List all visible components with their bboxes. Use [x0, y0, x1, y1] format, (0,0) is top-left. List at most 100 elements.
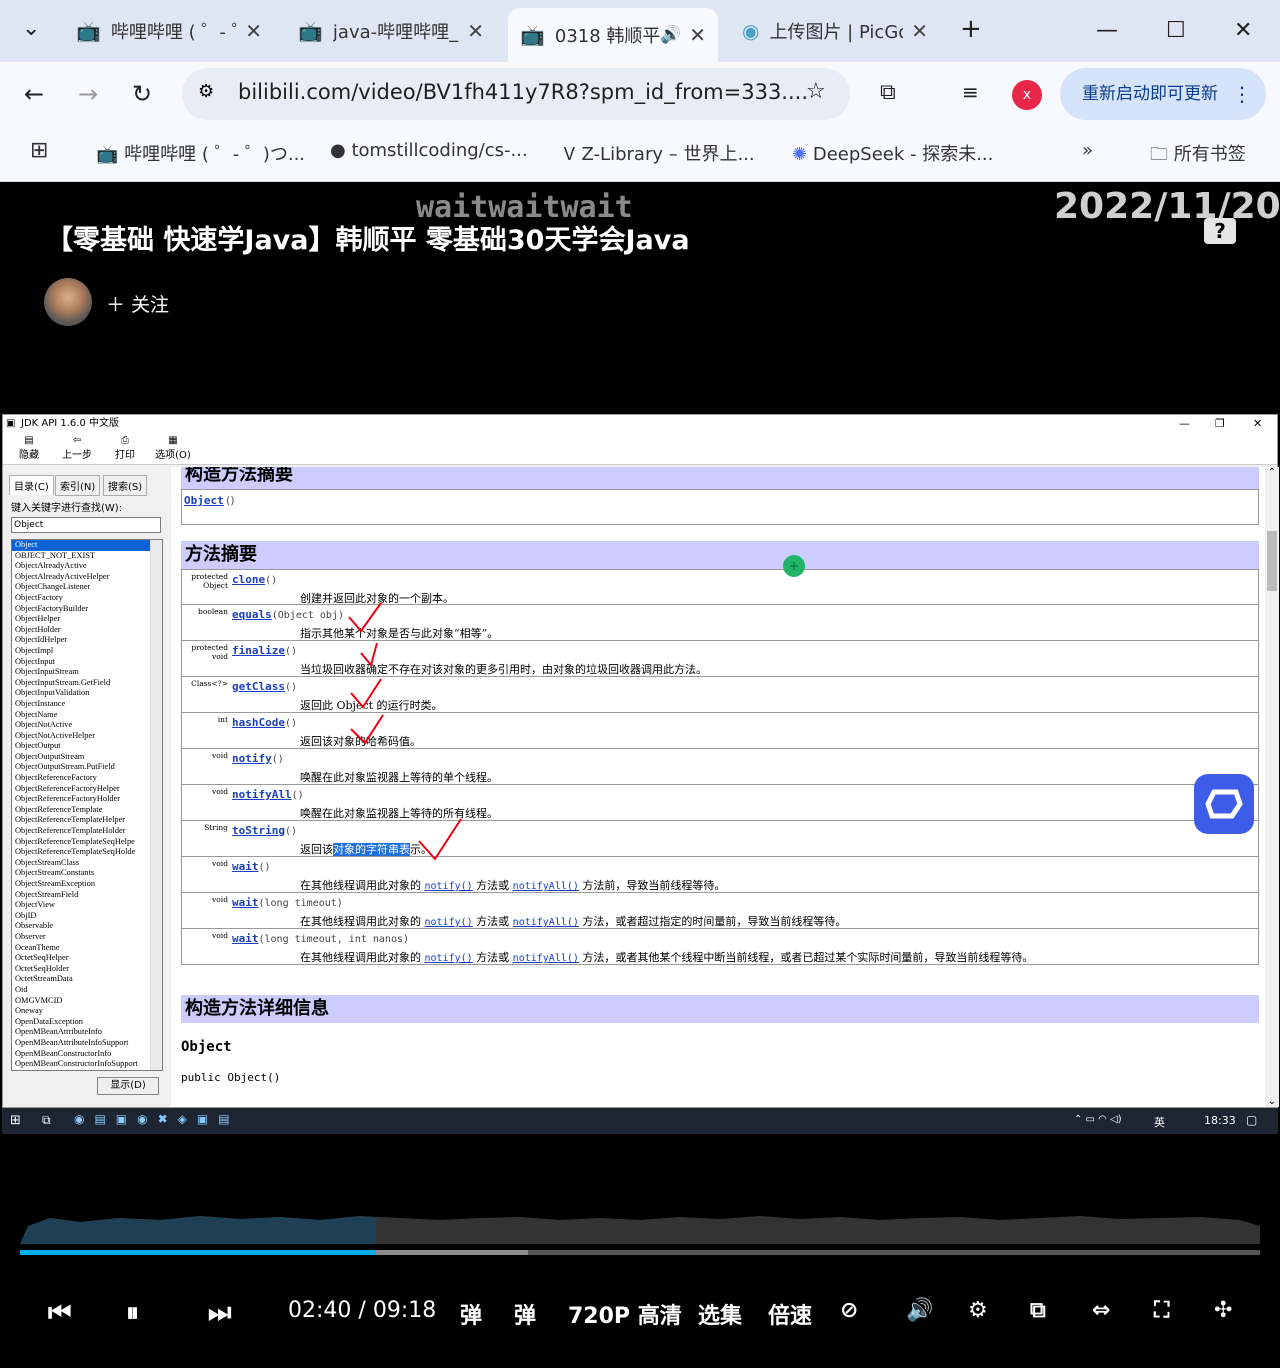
web-fullscreen-icon[interactable]: ⛶	[1154, 1298, 1169, 1323]
tab-search-icon[interactable]: ⌄	[22, 16, 40, 41]
index-list-item[interactable]: ObjectReferenceFactory	[12, 773, 162, 784]
index-list-item[interactable]: ObjectHelper	[12, 614, 162, 625]
notifyall-link[interactable]: notifyAll()	[513, 953, 579, 964]
options-tool[interactable]: ▦ 选项(O)	[153, 435, 193, 461]
media-control-icon[interactable]: ≡	[962, 80, 979, 104]
index-list-scrollbar[interactable]	[150, 540, 162, 1070]
index-list-item[interactable]: ObjectStreamConstants	[12, 868, 162, 879]
close-icon[interactable]: ✕	[911, 19, 928, 43]
address-bar[interactable]: ⚙ bilibili.com/video/BV1fh411y7R8?spm_id…	[182, 68, 850, 120]
index-list-item[interactable]: ObjectIdHelper	[12, 635, 162, 646]
method-link[interactable]: wait	[232, 932, 259, 945]
notify-link[interactable]: notify()	[425, 917, 473, 928]
close-icon[interactable]: ✕	[689, 23, 706, 47]
tab-java-search[interactable]: 📺 java-哔哩哔哩_bilibili ✕	[286, 8, 496, 54]
index-list-item[interactable]: ObjectOutputStream.PutField	[12, 762, 162, 773]
danmaku-toggle-icon[interactable]: 弹	[460, 1298, 482, 1330]
tab-search[interactable]: 搜索(S)	[103, 475, 148, 496]
video-player[interactable]: wait wait wait 2022/11/20 ? 【零基础 快速学Java】韩…	[2, 182, 1280, 1366]
index-list-item[interactable]: OctetSeqHelper	[12, 953, 162, 964]
index-list-item[interactable]: ObjectAlreadyActive	[12, 561, 162, 572]
profile-avatar[interactable]: x	[1012, 80, 1042, 110]
method-link[interactable]: equals	[232, 608, 272, 621]
previous-icon[interactable]: ⏮	[48, 1298, 71, 1329]
method-link[interactable]: wait	[232, 896, 259, 909]
index-list-item[interactable]: Object	[12, 540, 162, 551]
quality-button[interactable]: 720P 高清	[568, 1298, 682, 1330]
bookmark-bilibili[interactable]: 📺 哔哩哔哩 ( ゜- ゜)つ...	[96, 140, 305, 166]
jdk-minimize-button[interactable]: —	[1179, 415, 1190, 433]
index-list-item[interactable]: ObjectInstance	[12, 699, 162, 710]
index-list-item[interactable]: ObjectNotActiveHelper	[12, 731, 162, 742]
index-list-item[interactable]: ObjectStreamException	[12, 879, 162, 890]
index-list-item[interactable]: ObjectFactory	[12, 593, 162, 604]
picture-in-picture-icon[interactable]: ⧉	[1030, 1298, 1046, 1323]
audio-playing-icon[interactable]: 🔊	[660, 25, 681, 45]
method-link[interactable]: notify	[232, 752, 272, 765]
bookmark-github[interactable]: ● tomstillcoding/cs-...	[330, 140, 528, 161]
system-tray-icon[interactable]: ⌃ ▭ ◠ ◁)	[1074, 1114, 1122, 1125]
ime-indicator[interactable]: 英	[1154, 1114, 1165, 1130]
method-link[interactable]: getClass	[232, 680, 285, 693]
index-list-item[interactable]: OctetStreamData	[12, 974, 162, 985]
index-list-item[interactable]: ObjectReferenceFactoryHelper	[12, 784, 162, 795]
extensions-icon[interactable]: ⧉	[880, 80, 896, 105]
notifyall-link[interactable]: notifyAll()	[513, 917, 579, 928]
index-list-item[interactable]: OceanTheme	[12, 943, 162, 954]
jdk-close-button[interactable]: ✕	[1253, 415, 1262, 433]
index-list-item[interactable]: ObjectImpl	[12, 646, 162, 657]
index-list-item[interactable]: Oid	[12, 985, 162, 996]
tab-current-video[interactable]: 📺 0318 韩顺平 🔊 ✕	[508, 8, 718, 62]
subtitle-off-icon[interactable]: ⊘	[840, 1298, 858, 1323]
bookmark-zlibrary[interactable]: Ꮩ Z-Library – 世界上...	[564, 140, 755, 166]
tab-bilibili-home[interactable]: 📺 哔哩哔哩 ( ゜- ゜)つロ 干杯~-bilibili ✕	[64, 8, 274, 54]
index-list-item[interactable]: ObjectStreamClass	[12, 858, 162, 869]
method-link[interactable]: toString	[232, 824, 285, 837]
index-list-item[interactable]: Observable	[12, 921, 162, 932]
apps-grid-icon[interactable]: ⊞	[30, 138, 48, 163]
fullscreen-icon[interactable]: ✣	[1214, 1298, 1232, 1323]
hide-tool[interactable]: ▤ 隐藏	[11, 435, 47, 461]
close-window-button[interactable]: ✕	[1234, 18, 1252, 43]
index-list-item[interactable]: ObjectReferenceTemplateHolder	[12, 826, 162, 837]
notify-link[interactable]: notify()	[425, 953, 473, 964]
index-list-item[interactable]: ObjectOutputStream	[12, 752, 162, 763]
bookmark-deepseek[interactable]: ✺ DeepSeek - 探索未...	[792, 140, 993, 166]
follow-button[interactable]: ＋ 关注	[106, 290, 169, 317]
index-list-item[interactable]: OMGVMCID	[12, 996, 162, 1007]
method-link[interactable]: notifyAll	[232, 788, 292, 801]
more-bookmarks-button[interactable]: »	[1082, 140, 1093, 161]
site-info-icon[interactable]: ⚙	[198, 81, 214, 102]
method-link[interactable]: hashCode	[232, 716, 285, 729]
index-list-item[interactable]: ObjectNotActive	[12, 720, 162, 731]
scroll-thumb[interactable]	[1267, 531, 1277, 591]
index-list-item[interactable]: ObjectStreamField	[12, 890, 162, 901]
method-link[interactable]: finalize	[232, 644, 285, 657]
scroll-down-icon[interactable]: ⌄	[1265, 1096, 1279, 1107]
volume-icon[interactable]: 🔊	[906, 1298, 933, 1323]
episodes-button[interactable]: 选集	[698, 1298, 742, 1330]
index-list-item[interactable]: ObjectAlreadyActiveHelper	[12, 572, 162, 583]
index-list-item[interactable]: ObjectInputStream	[12, 667, 162, 678]
index-list-item[interactable]: ObjectReferenceFactoryHolder	[12, 794, 162, 805]
index-list-item[interactable]: OpenMBeanAttributeInfoSupport	[12, 1038, 162, 1049]
index-list[interactable]: Object OBJECT_NOT_EXIST ObjectAlreadyActiv…	[11, 539, 163, 1071]
index-list-item[interactable]: Observer	[12, 932, 162, 943]
index-list-item[interactable]: ObjectReferenceTemplateSeqHelpe	[12, 837, 162, 848]
index-list-item[interactable]: OpenMBeanConstructorInfoSupport	[12, 1059, 162, 1070]
index-list-item[interactable]: ObjectName	[12, 710, 162, 721]
reload-button[interactable]: ↻	[132, 80, 152, 108]
method-link[interactable]: clone	[232, 573, 265, 586]
index-list-item[interactable]: OctetSeqHolder	[12, 964, 162, 975]
floating-assistant-icon[interactable]	[1194, 774, 1254, 834]
notifyall-link[interactable]: notifyAll()	[513, 881, 579, 892]
all-bookmarks[interactable]: 🗀 所有书签	[1150, 140, 1246, 172]
settings-gear-icon[interactable]: ⚙	[968, 1298, 988, 1323]
index-list-item[interactable]: ObjectFactoryBuilder	[12, 604, 162, 615]
index-list-item[interactable]: ObjectOutput	[12, 741, 162, 752]
constructor-link[interactable]: Object	[184, 494, 224, 507]
windows-start-icon[interactable]: ⊞	[10, 1113, 21, 1128]
tab-contents[interactable]: 目录(C)	[9, 475, 54, 495]
danmaku-settings-icon[interactable]: 弹	[514, 1298, 536, 1330]
index-list-item[interactable]: ObjectChangeListener	[12, 582, 162, 593]
